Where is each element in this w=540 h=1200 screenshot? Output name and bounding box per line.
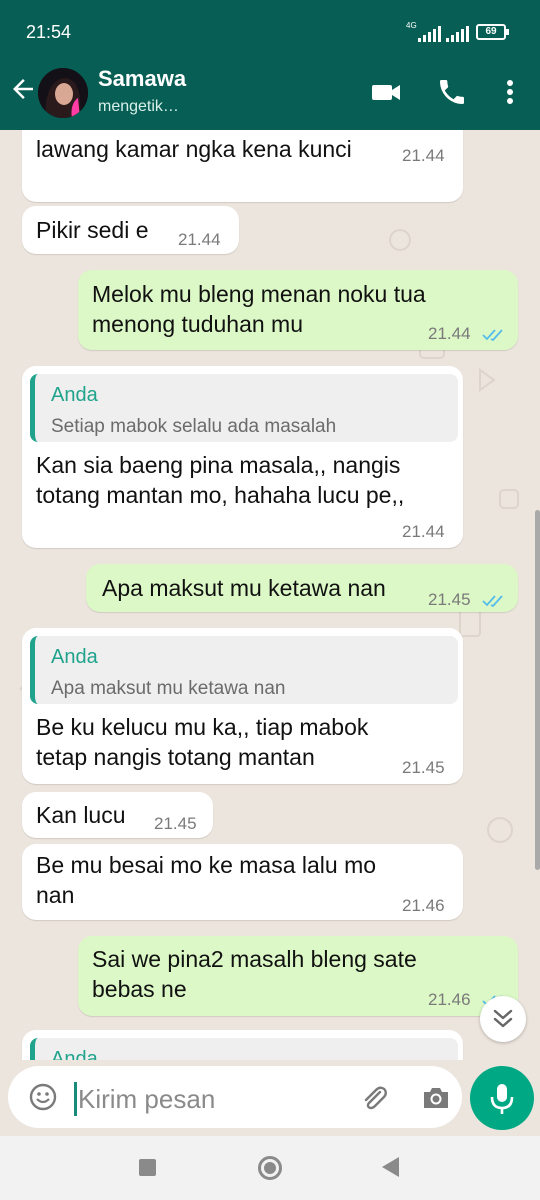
video-call-icon[interactable] (370, 76, 402, 108)
message-time: 21.46 (428, 990, 471, 1009)
camera-icon[interactable] (420, 1082, 452, 1114)
message-text: Apa maksut mu ketawa nan (102, 575, 386, 601)
recent-apps-button[interactable] (139, 1159, 156, 1176)
quote-text: Apa maksut mu ketawa nan (51, 678, 286, 699)
incoming-message-with-reply[interactable]: Anda Apa maksut mu ketawa nan Be ku kelu… (22, 628, 463, 784)
home-button[interactable] (258, 1156, 282, 1180)
outgoing-message[interactable]: Melok mu bleng menan noku tua menong tud… (78, 270, 518, 350)
incoming-message-with-reply[interactable]: Anda (22, 1030, 463, 1060)
system-back-button[interactable] (382, 1157, 399, 1177)
network-type: 4G (406, 21, 417, 30)
message-time: 21.44 (178, 230, 221, 249)
signal-icon (418, 26, 442, 42)
message-text: Sai we pina2 masalh bleng sate bebas ne (92, 946, 417, 1002)
message-time: 21.45 (154, 814, 197, 833)
outgoing-message[interactable]: Apa maksut mu ketawa nan 21.45 (86, 564, 518, 612)
message-time: 21.45 (402, 758, 445, 777)
message-list[interactable]: a a a a lawang kamar ngka kena kunci 21.… (0, 130, 540, 1060)
message-text: Melok mu bleng menan noku tua menong tud… (92, 281, 426, 337)
message-text: Kan lucu (36, 802, 126, 828)
message-time: 21.45 (428, 590, 471, 609)
message-input[interactable]: Kirim pesan (8, 1066, 462, 1128)
status-bar: 21:54 4G 69 (0, 0, 540, 62)
text-cursor (74, 1082, 77, 1116)
message-text: Be mu besai mo ke masa lalu mo nan (36, 852, 377, 908)
signal-icon-2 (446, 26, 470, 42)
incoming-message[interactable]: Be mu besai mo ke masa lalu mo nan 21.46 (22, 844, 463, 920)
incoming-message[interactable]: Kan lucu 21.45 (22, 792, 213, 838)
message-text: lawang kamar ngka kena kunci (36, 136, 352, 162)
read-receipt-icon (482, 329, 503, 342)
mic-icon (490, 1084, 514, 1114)
composer-bar: Kirim pesan (0, 1060, 540, 1136)
message-text: Pikir sedi e (36, 217, 149, 243)
status-time: 21:54 (26, 22, 72, 42)
message-text: Be ku kelucu mu ka,, tiap mabok tetap na… (36, 714, 369, 770)
back-arrow-icon[interactable] (8, 74, 38, 104)
system-navigation-bar (0, 1136, 540, 1200)
voice-call-icon[interactable] (436, 76, 468, 108)
incoming-message[interactable]: a a a a lawang kamar ngka kena kunci 21.… (22, 130, 463, 202)
avatar-photo (38, 68, 88, 118)
emoji-icon[interactable] (28, 1082, 58, 1112)
message-text: Kan sia baeng pina masala,, nangis totan… (36, 452, 405, 508)
quote-author: Anda (51, 384, 98, 406)
scrollbar[interactable] (535, 510, 540, 870)
typing-status: mengetik… (98, 98, 179, 115)
outgoing-message[interactable]: Sai we pina2 masalh bleng sate bebas ne … (78, 936, 518, 1016)
double-chevron-down-icon (493, 1009, 513, 1028)
quote-author: Anda (51, 1048, 98, 1060)
contact-name[interactable]: Samawa (98, 66, 186, 92)
message-time: 21.44 (402, 146, 445, 165)
read-receipt-icon (482, 595, 503, 608)
input-placeholder: Kirim pesan (78, 1084, 216, 1114)
quote-author: Anda (51, 646, 98, 668)
battery-icon: 69 (476, 24, 509, 40)
voice-record-button[interactable] (470, 1066, 534, 1130)
scroll-to-bottom-button[interactable] (480, 996, 526, 1042)
chat-header: Samawa mengetik… (0, 62, 540, 130)
quoted-message[interactable]: Anda Apa maksut mu ketawa nan (30, 636, 458, 704)
quoted-message[interactable]: Anda Setiap mabok selalu ada masalah (30, 374, 458, 442)
more-options-icon[interactable] (494, 76, 526, 108)
quoted-message[interactable]: Anda (30, 1038, 458, 1060)
incoming-message[interactable]: Pikir sedi e 21.44 (22, 206, 239, 254)
attach-icon[interactable] (358, 1082, 390, 1114)
message-time: 21.44 (428, 324, 471, 343)
message-time: 21.44 (402, 522, 445, 541)
incoming-message-with-reply[interactable]: Anda Setiap mabok selalu ada masalah Kan… (22, 366, 463, 548)
message-time: 21.46 (402, 896, 445, 915)
avatar[interactable] (38, 68, 88, 118)
quote-text: Setiap mabok selalu ada masalah (51, 416, 337, 437)
